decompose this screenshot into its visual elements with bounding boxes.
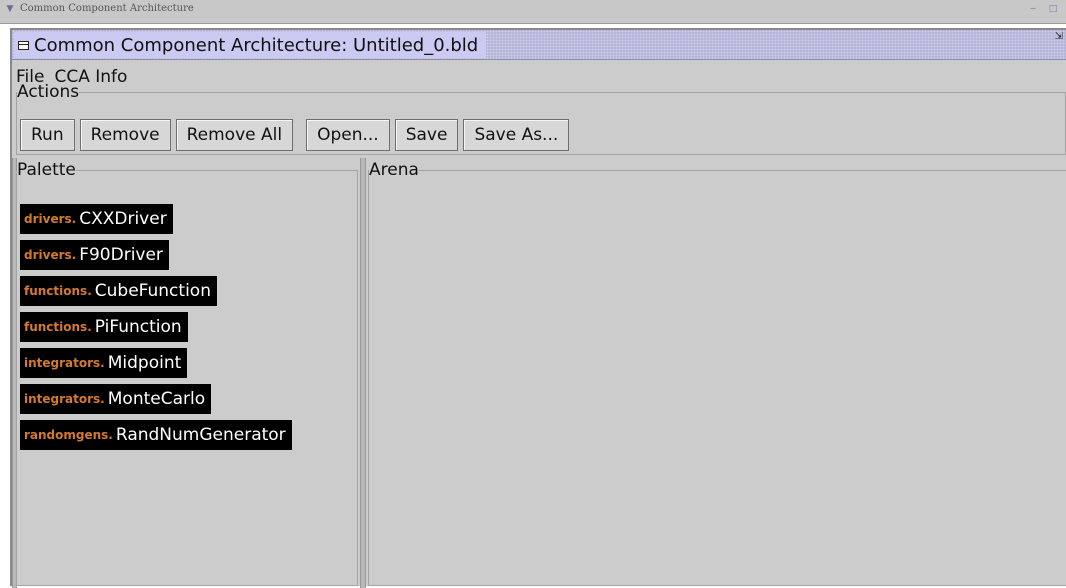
palette-item-f90driver[interactable]: drivers. F90Driver (20, 240, 169, 270)
package-label: integrators. (24, 392, 105, 406)
arena-panel[interactable]: Arena (368, 162, 1066, 586)
arena-legend: Arena (369, 160, 419, 180)
package-label: functions. (24, 320, 92, 334)
component-name: F90Driver (79, 245, 163, 265)
component-name: CubeFunction (94, 281, 211, 301)
chevron-down-icon[interactable]: ▼ (4, 4, 16, 14)
minimize-icon[interactable]: ‒ (1026, 3, 1040, 15)
save-button[interactable]: Save (394, 119, 459, 151)
remove-button[interactable]: Remove (79, 119, 171, 151)
window-menu-icon[interactable] (18, 40, 29, 50)
component-name: Midpoint (107, 353, 182, 373)
actions-toolbar: Run Remove Remove All Open... Save Save … (20, 119, 574, 151)
package-label: randomgens. (24, 428, 113, 442)
restore-icon[interactable]: ⇲ (1055, 31, 1063, 43)
palette-legend: Palette (17, 160, 76, 180)
frame-titlebar[interactable]: Common Component Architecture: Untitled_… (12, 30, 1066, 60)
component-name: MonteCarlo (107, 389, 206, 409)
run-button[interactable]: Run (20, 119, 75, 151)
outer-window-titlebar: ▼ Common Component Architecture ‒ □ (0, 0, 1066, 24)
palette-item-midpoint[interactable]: integrators. Midpoint (20, 348, 188, 378)
component-name: PiFunction (94, 317, 182, 337)
component-name: CXXDriver (79, 209, 167, 229)
outer-window-title: Common Component Architecture (20, 3, 194, 14)
package-label: functions. (24, 284, 92, 298)
package-label: integrators. (24, 356, 105, 370)
frame-title: Common Component Architecture: Untitled_… (34, 34, 479, 56)
package-label: drivers. (24, 248, 77, 262)
palette-item-cubefunction[interactable]: functions. CubeFunction (20, 276, 217, 306)
split-pane-divider[interactable] (360, 158, 366, 588)
open-button[interactable]: Open... (306, 119, 390, 151)
frame-title-area: Common Component Architecture: Untitled_… (14, 32, 487, 58)
actions-legend: Actions (17, 82, 80, 102)
internal-frame: Common Component Architecture: Untitled_… (10, 28, 1066, 588)
palette-item-cxxdriver[interactable]: drivers. CXXDriver (20, 204, 173, 234)
palette-item-randnumgenerator[interactable]: randomgens. RandNumGenerator (20, 420, 292, 450)
palette-item-pifunction[interactable]: functions. PiFunction (20, 312, 188, 342)
maximize-icon[interactable]: □ (1046, 3, 1060, 15)
palette-item-montecarlo[interactable]: integrators. MonteCarlo (20, 384, 212, 414)
save-as-button[interactable]: Save As... (463, 119, 570, 151)
remove-all-button[interactable]: Remove All (175, 119, 294, 151)
package-label: drivers. (24, 212, 77, 226)
component-name: RandNumGenerator (115, 425, 286, 445)
